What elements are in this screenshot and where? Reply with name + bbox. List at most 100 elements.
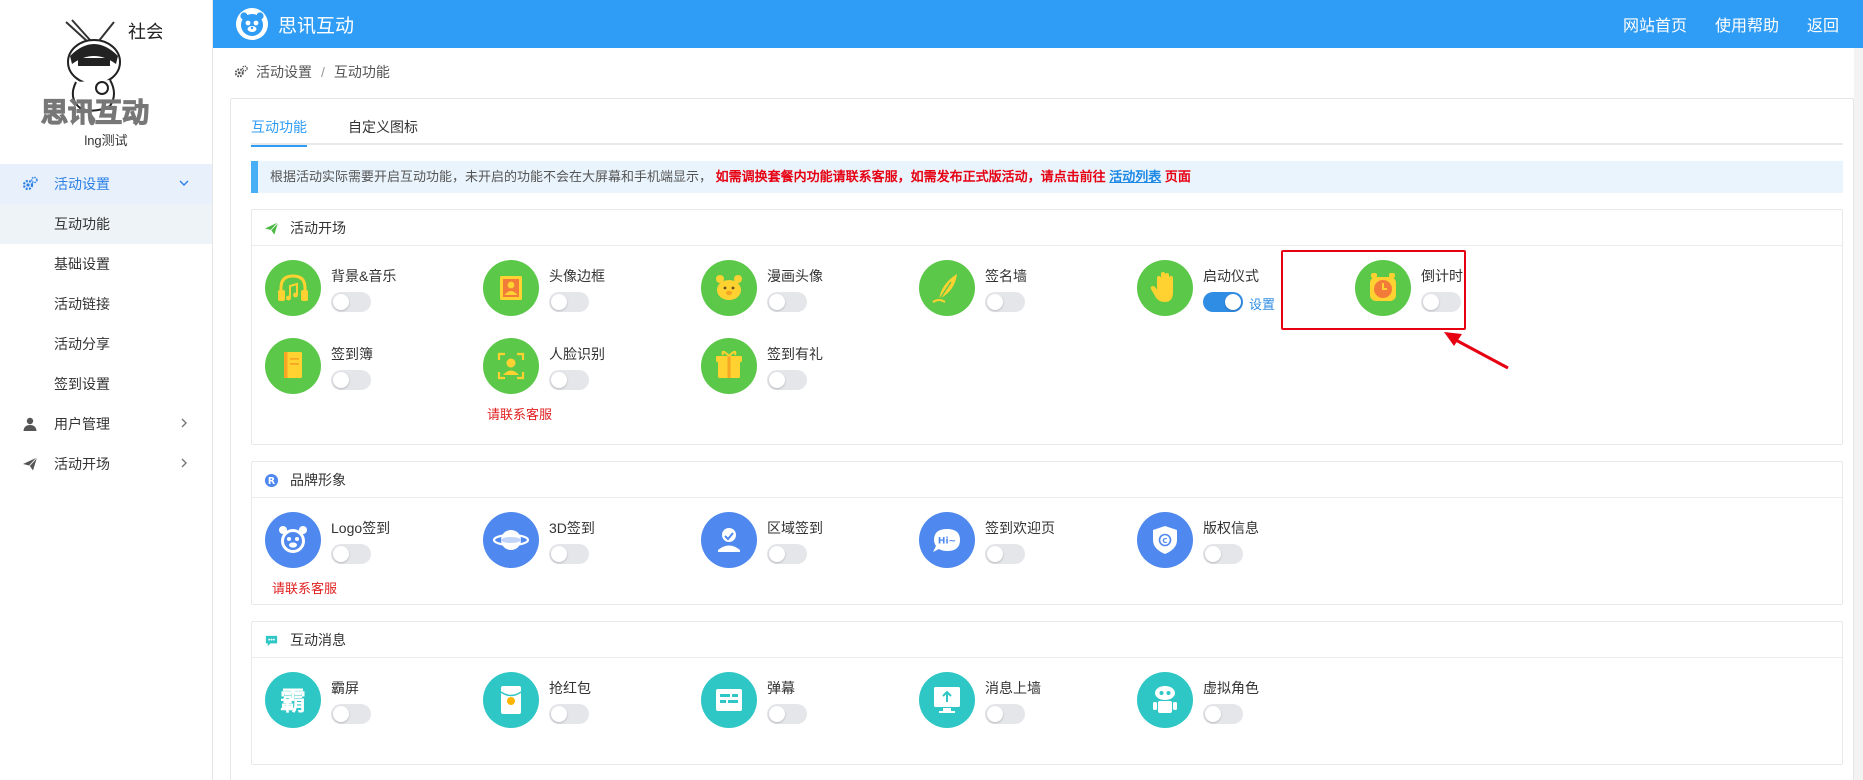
sidebar-subitem-label: 基础设置 (54, 256, 110, 272)
chat-icon (265, 635, 278, 647)
feature-screen-takeover: 霸 霸屏 (265, 672, 495, 732)
hand-icon (1137, 260, 1193, 316)
feature-avatar-frame: 头像边框 (483, 260, 713, 320)
robot-icon (1137, 672, 1193, 728)
feature-toggle[interactable] (549, 544, 589, 564)
breadcrumb-item: 互动功能 (333, 64, 390, 80)
feature-name: 虚拟角色 (1203, 680, 1259, 696)
feature-toggle[interactable] (549, 292, 589, 312)
feature-toggle[interactable] (1421, 292, 1461, 312)
sidebar-item-activity-settings[interactable]: 活动设置 (0, 164, 212, 204)
feature-name: 霸屏 (331, 680, 359, 696)
activity-list-link[interactable]: 活动列表 (1109, 169, 1161, 184)
feature-toggle[interactable] (1203, 544, 1243, 564)
feature-name: 区域签到 (767, 520, 823, 536)
feature-welcome-page: Hi~ 签到欢迎页 (919, 512, 1149, 572)
section-opening: 活动开场 背景&音乐 头像边框 漫画头像 签名墙 启动仪式 设置 倒计时 签到簿… (251, 209, 1843, 445)
feature-name: 弹幕 (767, 680, 795, 696)
ba-character-icon: 霸 (265, 672, 321, 728)
feature-signin-book: 签到簿 (265, 338, 495, 398)
feature-toggle[interactable] (1203, 704, 1243, 724)
feature-settings-link[interactable]: 设置 (1249, 294, 1275, 313)
feature-toggle[interactable] (767, 544, 807, 564)
home-link[interactable]: 网站首页 (1623, 12, 1687, 36)
breadcrumb: 活动设置 / 互动功能 (234, 62, 390, 82)
feature-toggle[interactable] (331, 544, 371, 564)
feature-toggle[interactable] (767, 292, 807, 312)
sidebar-subitem-checkin[interactable]: 签到设置 (0, 364, 212, 404)
chevron-right-icon (181, 458, 187, 468)
planet-icon (483, 512, 539, 568)
brand[interactable]: 思讯互动 (235, 5, 354, 43)
feature-toggle[interactable] (767, 370, 807, 390)
svg-text:R: R (268, 476, 276, 487)
sidebar-subitem-links[interactable]: 活动链接 (0, 284, 212, 324)
face-scan-icon (483, 338, 539, 394)
feature-toggle[interactable] (331, 704, 371, 724)
svg-text:社会: 社会 (128, 22, 162, 43)
feature-name: 签到有礼 (767, 346, 823, 362)
mascot-logo-icon: 社会 思讯互动 (40, 19, 162, 130)
app-root: 社会 思讯互动 lng测试 活动设置 互动功能 基础设置 活动链接 活动分享 签… (0, 0, 1863, 780)
contact-support-note: 请联系客服 (272, 581, 338, 596)
sidebar-item-user-management[interactable]: 用户管理 (0, 404, 212, 444)
feature-toggle[interactable] (985, 544, 1025, 564)
feature-name: 版权信息 (1203, 520, 1259, 536)
feature-toggle[interactable] (985, 704, 1025, 724)
paper-plane-icon (23, 457, 38, 471)
feature-virtual-character: 虚拟角色 (1137, 672, 1367, 732)
breadcrumb-item[interactable]: 活动设置 (256, 62, 312, 82)
section-title: 互动消息 (290, 632, 346, 648)
brand-name: 思讯互动 (278, 15, 355, 37)
user-icon (23, 417, 37, 431)
feature-signin-gift: 签到有礼 (701, 338, 931, 398)
notice-suffix: 页面 (1164, 169, 1191, 184)
back-link[interactable]: 返回 (1807, 12, 1839, 36)
notice-banner: 根据活动实际需要开启互动功能，未开启的功能不会在大屏幕和手机端显示， 如需调换套… (251, 161, 1843, 193)
sidebar-subitem-share[interactable]: 活动分享 (0, 324, 212, 364)
svg-text:思讯互动: 思讯互动 (41, 98, 149, 129)
feature-name: Logo签到 (331, 520, 391, 536)
vertical-scrollbar[interactable] (1854, 48, 1863, 780)
tab-custom-icons[interactable]: 自定义图标 (348, 115, 418, 145)
paper-plane-icon (264, 222, 279, 235)
top-header: 思讯互动 网站首页 使用帮助 返回 (213, 0, 1863, 48)
svg-text:Hi~: Hi~ (938, 537, 956, 547)
gift-icon (701, 338, 757, 394)
feature-launch-ceremony: 启动仪式 设置 (1137, 260, 1367, 320)
chevron-right-icon (181, 418, 187, 428)
feature-name: 倒计时 (1421, 268, 1463, 284)
feature-toggle[interactable] (549, 704, 589, 724)
feature-name: 头像边框 (549, 268, 605, 284)
sidebar-subitem-basic[interactable]: 基础设置 (0, 244, 212, 284)
help-link[interactable]: 使用帮助 (1715, 12, 1779, 36)
feature-toggle[interactable] (331, 370, 371, 390)
feature-bg-music: 背景&音乐 (265, 260, 495, 320)
alarm-clock-icon (1355, 260, 1411, 316)
feature-name: 启动仪式 (1203, 268, 1259, 284)
feature-toggle[interactable] (331, 292, 371, 312)
feature-face-recognition: 人脸识别 (483, 338, 713, 398)
bear-logo-icon (236, 8, 268, 40)
feature-toggle[interactable] (767, 704, 807, 724)
breadcrumb-separator: / (321, 64, 325, 80)
feature-name: 抢红包 (549, 680, 591, 696)
main-panel: 互动功能 自定义图标 根据活动实际需要开启互动功能，未开启的功能不会在大屏幕和手… (230, 98, 1854, 780)
feature-toggle[interactable] (1203, 292, 1243, 312)
sidebar-item-opening[interactable]: 活动开场 (0, 444, 212, 484)
section-title: 活动开场 (290, 220, 346, 236)
tab-interactive-features[interactable]: 互动功能 (251, 115, 307, 147)
feature-copyright: C 版权信息 (1137, 512, 1367, 572)
contact-support-note: 请联系客服 (487, 407, 553, 422)
feature-name: 签到欢迎页 (985, 520, 1055, 536)
sidebar-subitem-interactive[interactable]: 互动功能 (0, 204, 212, 244)
location-person-icon (701, 512, 757, 568)
feature-toggle[interactable] (549, 370, 589, 390)
sidebar: 社会 思讯互动 lng测试 活动设置 互动功能 基础设置 活动链接 活动分享 签… (0, 0, 213, 780)
feature-name: 人脸识别 (549, 346, 605, 362)
feature-toggle[interactable] (985, 292, 1025, 312)
sidebar-submenu: 互动功能 基础设置 活动链接 活动分享 签到设置 (0, 204, 212, 404)
section-interactive-messages: 互动消息 霸 霸屏 抢红包 弹幕 消息上墙 虚拟角色 (251, 621, 1843, 765)
hi-bubble-icon: Hi~ (919, 512, 975, 568)
section-header: 活动开场 (252, 210, 1842, 246)
